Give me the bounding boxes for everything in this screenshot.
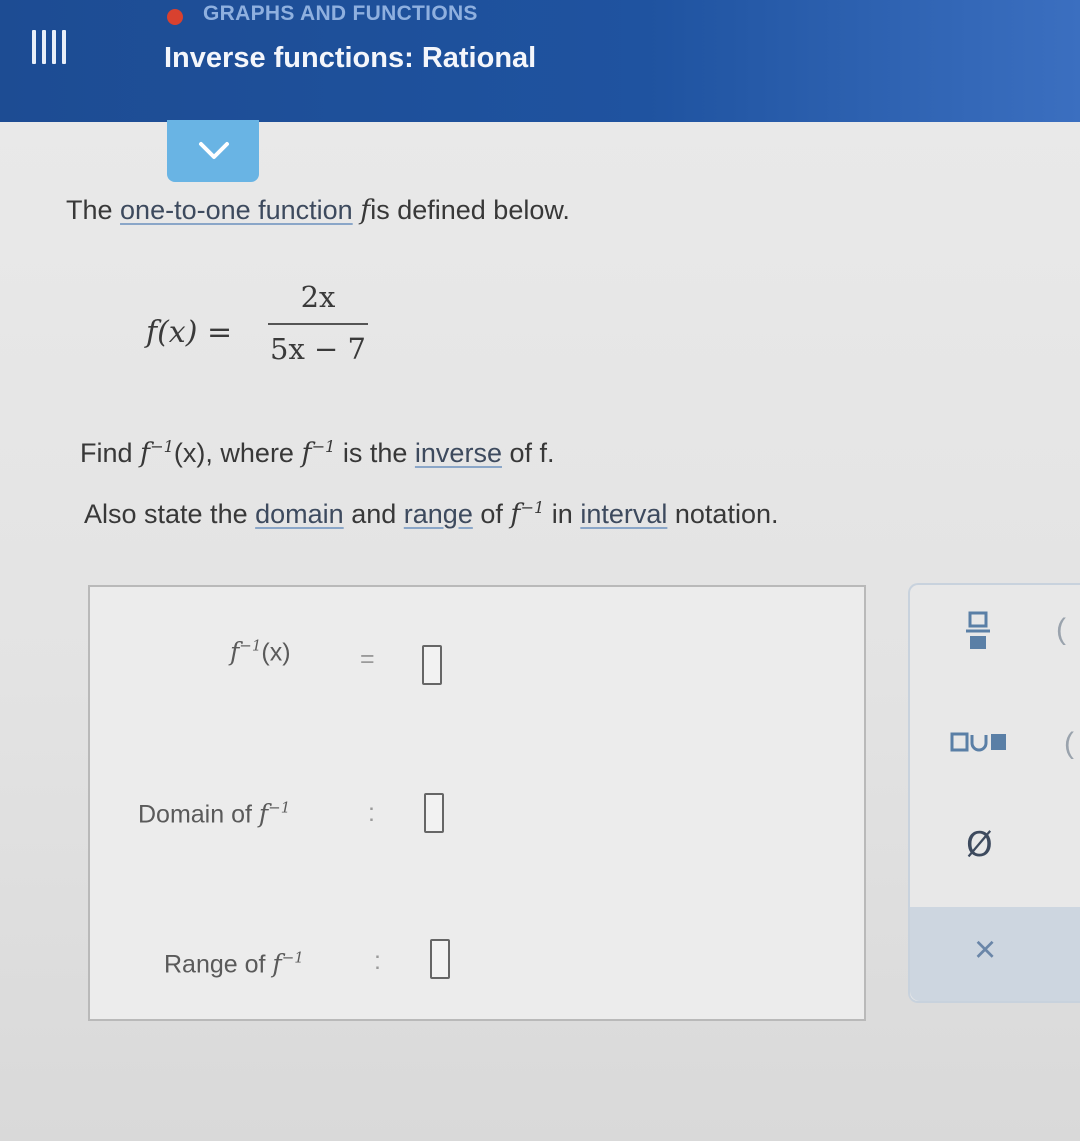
fraction-numerator: 2x: [300, 280, 336, 314]
domain-label: Domain of f−1: [138, 799, 291, 829]
f-symbol: f: [360, 195, 371, 226]
function-lhs: f(x) =: [146, 315, 233, 350]
top-header: GRAPHS AND FUNCTIONS Inverse functions: …: [0, 0, 1080, 122]
problem-intro: The one-to-one function fis defined belo…: [66, 195, 570, 226]
fraction-bar: [268, 323, 368, 325]
close-icon: ×: [974, 929, 997, 971]
inverse-function-input[interactable]: [422, 645, 442, 685]
clear-button[interactable]: ×: [910, 907, 1080, 1001]
inverse-function-label: f−1(x): [230, 637, 291, 667]
fraction-icon[interactable]: [966, 611, 992, 656]
menu-icon[interactable]: [32, 30, 72, 70]
domain-link[interactable]: domain: [255, 499, 344, 529]
empty-set-button[interactable]: Ø: [966, 825, 993, 865]
domain-colon: :: [368, 799, 375, 827]
math-toolbar: ( ( Ø ×: [908, 583, 1080, 1003]
equals-sign: =: [360, 645, 375, 673]
range-link[interactable]: range: [404, 499, 473, 529]
interval-link[interactable]: interval: [580, 499, 667, 529]
topic-category: GRAPHS AND FUNCTIONS: [203, 2, 478, 25]
find-instruction: Find f−1(x), where f−1 is the inverse of…: [80, 437, 555, 469]
range-label: Range of f−1: [164, 949, 304, 979]
range-input[interactable]: [430, 939, 450, 979]
status-dot-icon: [167, 9, 183, 25]
answer-box: f−1(x) = Domain of f−1 : Range of f−1 :: [88, 585, 866, 1021]
union-icon[interactable]: [950, 731, 1020, 760]
one-to-one-function-link[interactable]: one-to-one function: [120, 195, 353, 225]
domain-input[interactable]: [424, 793, 444, 833]
inverse-link[interactable]: inverse: [415, 438, 502, 468]
page-title: Inverse functions: Rational: [164, 42, 537, 74]
domain-range-instruction: Also state the domain and range of f−1 i…: [84, 498, 779, 530]
collapse-toggle-button[interactable]: [167, 120, 259, 182]
fraction-denominator: 5x − 7: [270, 332, 366, 366]
chevron-down-icon: [199, 142, 229, 159]
range-colon: :: [374, 947, 381, 975]
